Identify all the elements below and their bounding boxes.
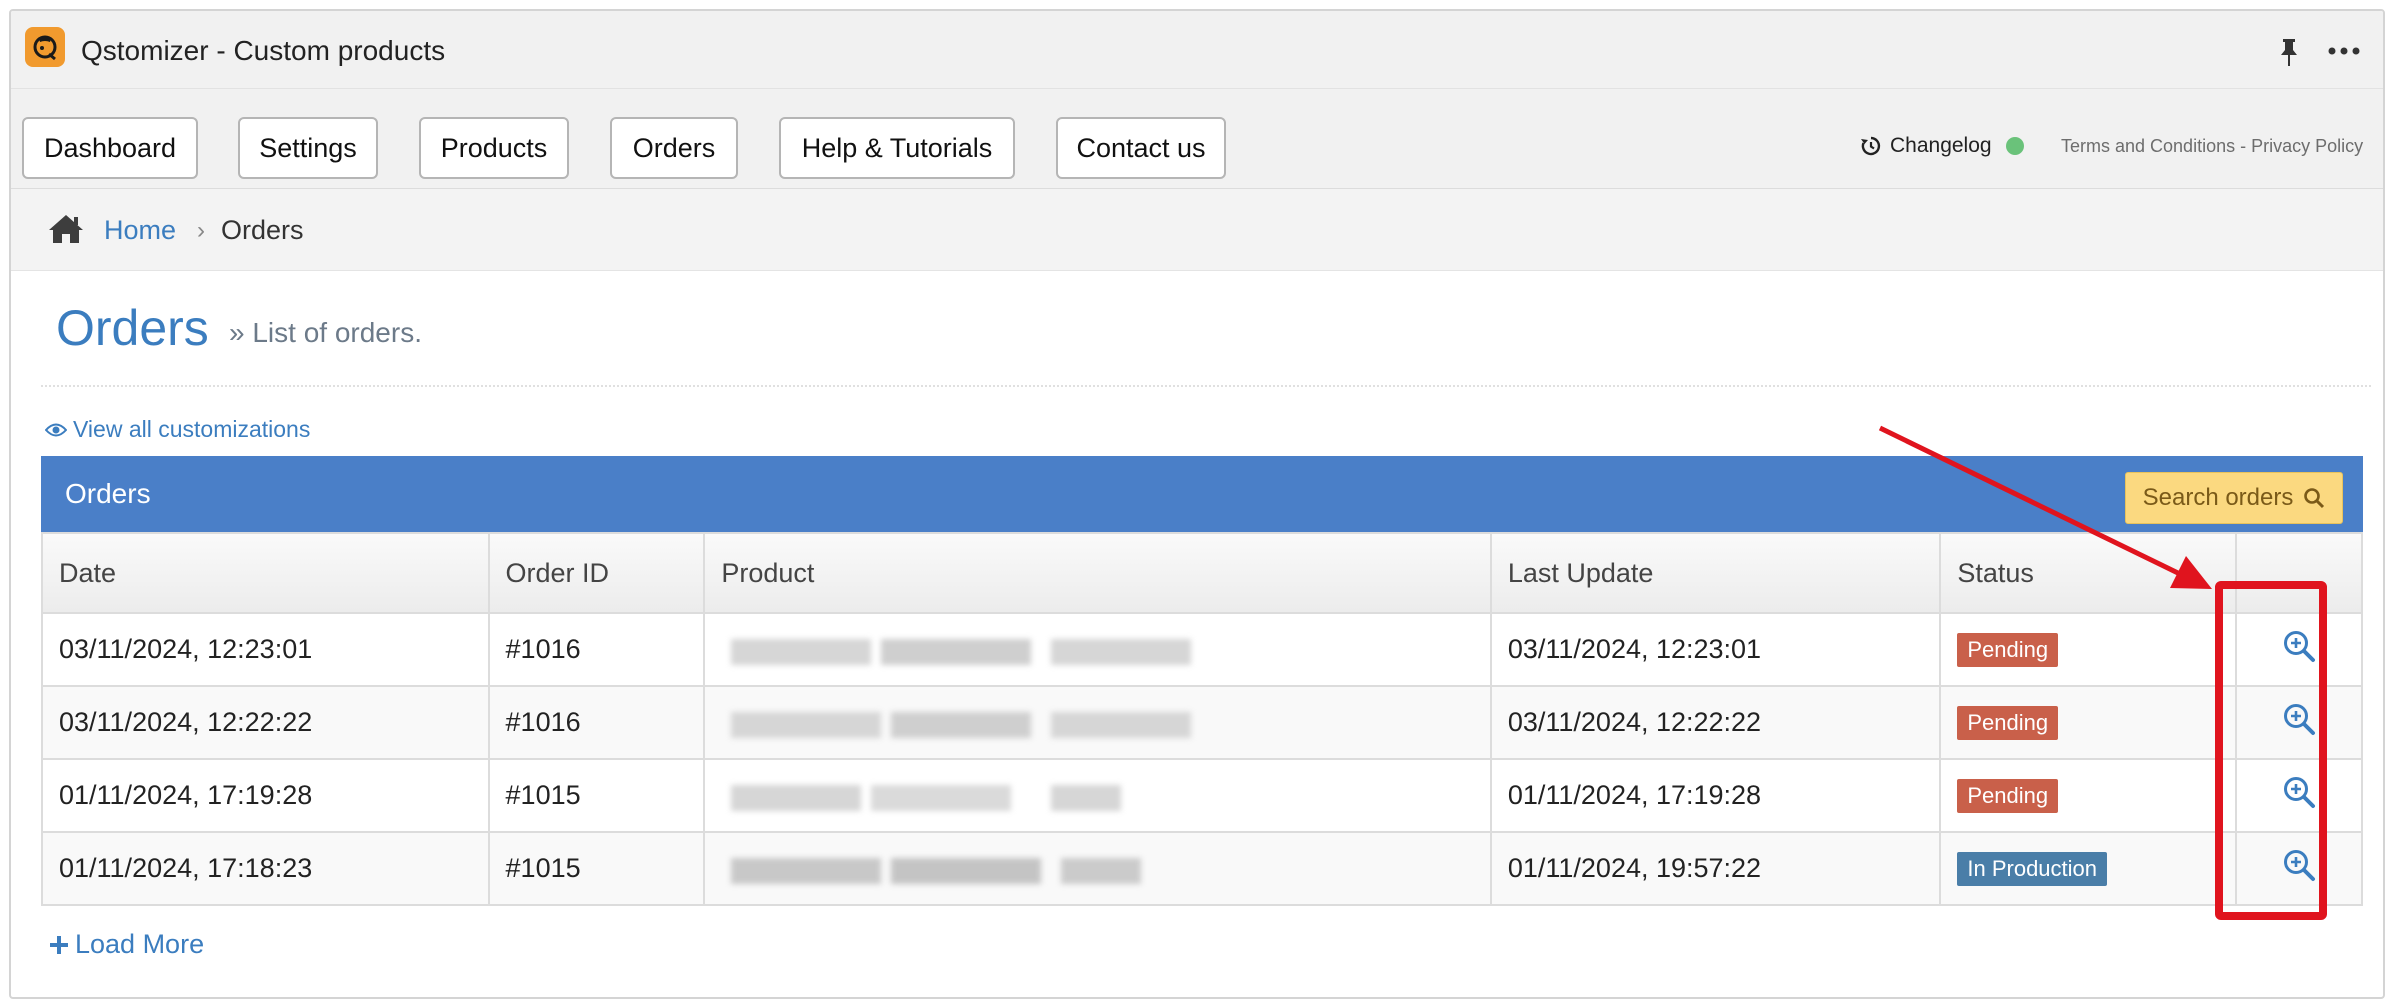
cell-product-redacted	[703, 685, 1492, 760]
orders-table: Date Order ID Product Last Update Status…	[41, 532, 2363, 906]
cell-product-redacted	[703, 758, 1492, 833]
header-divider	[41, 385, 2371, 387]
table-row[interactable]: 01/11/2024, 17:19:28 #1015 01/11/2024, 1…	[41, 758, 2363, 833]
cell-action	[2235, 831, 2363, 906]
terms-link[interactable]: Terms and Conditions	[2061, 136, 2235, 156]
zoom-in-icon[interactable]	[2282, 848, 2316, 882]
privacy-link[interactable]: Privacy Policy	[2251, 136, 2363, 156]
search-icon	[2304, 488, 2325, 509]
changelog-new-indicator	[2005, 137, 2024, 155]
cell-action	[2235, 685, 2363, 760]
cell-date: 01/11/2024, 17:19:28	[41, 758, 490, 833]
cell-date: 03/11/2024, 12:23:01	[41, 612, 490, 687]
nav-settings-button[interactable]: Settings	[238, 117, 378, 179]
column-header-product[interactable]: Product	[703, 532, 1492, 614]
history-icon	[1861, 136, 1881, 156]
top-navigation: Dashboard Settings Products Orders Help …	[11, 89, 2383, 189]
changelog-label: Changelog	[1890, 134, 1992, 157]
zoom-in-icon[interactable]	[2282, 702, 2316, 736]
orders-panel-title: Orders	[65, 478, 151, 509]
qstomizer-logo-icon	[25, 27, 65, 67]
title-bar: Qstomizer - Custom products	[11, 11, 2383, 89]
cell-last-update: 03/11/2024, 12:22:22	[1489, 685, 1942, 760]
cell-status: Pending	[1939, 685, 2238, 760]
status-badge: Pending	[1957, 778, 2059, 813]
status-badge: Pending	[1957, 705, 2059, 740]
table-row[interactable]: 03/11/2024, 12:23:01 #1016 03/11/2024, 1…	[41, 612, 2363, 687]
view-all-label: View all customizations	[73, 416, 311, 442]
view-all-customizations-link[interactable]: View all customizations	[45, 416, 310, 443]
cell-product-redacted	[703, 612, 1492, 687]
changelog-link[interactable]: Changelog	[1860, 134, 2024, 158]
nav-help-tutorials-button[interactable]: Help & Tutorials	[779, 117, 1015, 179]
search-orders-label: Search orders	[2142, 484, 2294, 511]
cell-last-update: 01/11/2024, 19:57:22	[1489, 831, 1942, 906]
cell-order-id: #1016	[487, 612, 706, 687]
table-header-row: Date Order ID Product Last Update Status	[41, 532, 2363, 614]
cell-status: Pending	[1939, 612, 2238, 687]
more-options-icon[interactable]	[2327, 41, 2361, 61]
home-icon[interactable]	[47, 213, 85, 245]
nav-products-button[interactable]: Products	[419, 117, 569, 179]
zoom-in-icon[interactable]	[2282, 629, 2316, 663]
page-title: Orders	[56, 300, 209, 356]
cell-action	[2235, 758, 2363, 833]
cell-action	[2235, 612, 2363, 687]
column-header-actions	[2235, 532, 2363, 614]
column-header-date[interactable]: Date	[41, 532, 490, 614]
zoom-in-icon[interactable]	[2282, 775, 2316, 809]
app-window: Qstomizer - Custom products Dashboard Se…	[9, 9, 2385, 999]
cell-product-redacted	[703, 831, 1492, 906]
pin-icon[interactable]	[2277, 37, 2301, 67]
redacted-product-name	[721, 779, 1191, 813]
table-row[interactable]: 01/11/2024, 17:18:23 #1015 01/11/2024, 1…	[41, 831, 2363, 906]
plus-icon	[50, 935, 68, 954]
nav-contact-us-button[interactable]: Contact us	[1056, 117, 1226, 179]
cell-date: 01/11/2024, 17:18:23	[41, 831, 490, 906]
page-subtitle: » List of orders.	[229, 317, 422, 348]
status-badge: Pending	[1957, 632, 2059, 667]
cell-date: 03/11/2024, 12:22:22	[41, 685, 490, 760]
cell-status: In Production	[1939, 831, 2238, 906]
redacted-product-name	[721, 633, 1192, 667]
eye-icon	[45, 423, 67, 436]
table-row[interactable]: 03/11/2024, 12:22:22 #1016 03/11/2024, 1…	[41, 685, 2363, 760]
nav-orders-button[interactable]: Orders	[610, 117, 738, 179]
orders-panel-header: Orders Search orders	[41, 456, 2363, 532]
breadcrumb-separator: ›	[197, 217, 205, 244]
breadcrumb: Home › Orders	[11, 189, 2383, 271]
breadcrumb-home-link[interactable]: Home	[104, 215, 176, 246]
cell-order-id: #1016	[487, 685, 706, 760]
cell-order-id: #1015	[487, 758, 706, 833]
redacted-product-name	[721, 852, 1191, 886]
nav-dashboard-button[interactable]: Dashboard	[22, 117, 198, 179]
search-orders-button[interactable]: Search orders	[2125, 472, 2343, 524]
cell-status: Pending	[1939, 758, 2238, 833]
cell-order-id: #1015	[487, 831, 706, 906]
column-header-order-id[interactable]: Order ID	[487, 532, 706, 614]
column-header-status[interactable]: Status	[1939, 532, 2238, 614]
redacted-product-name	[721, 706, 1192, 740]
status-badge: In Production	[1957, 851, 2108, 886]
app-title: Qstomizer - Custom products	[81, 35, 446, 66]
breadcrumb-current: Orders	[221, 215, 304, 245]
cell-last-update: 03/11/2024, 12:23:01	[1489, 612, 1942, 687]
legal-links: Terms and Conditions - Privacy Policy	[2061, 136, 2363, 157]
load-more-button[interactable]: Load More	[49, 929, 204, 960]
load-more-label: Load More	[75, 929, 205, 959]
column-header-last-update[interactable]: Last Update	[1489, 532, 1942, 614]
cell-last-update: 01/11/2024, 17:19:28	[1489, 758, 1942, 833]
legal-separator: -	[2240, 136, 2247, 156]
